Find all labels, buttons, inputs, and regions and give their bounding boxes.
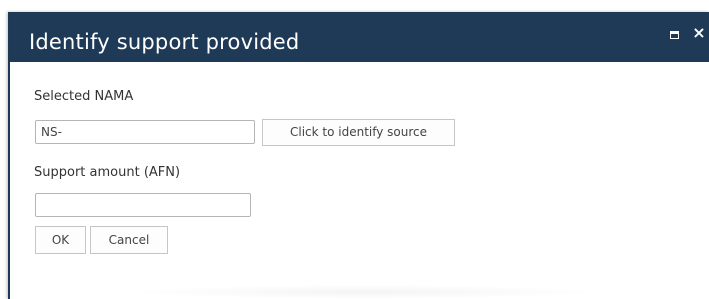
background-shadow xyxy=(130,285,600,299)
selected-nama-field[interactable]: NS- xyxy=(35,120,255,144)
ok-button[interactable]: OK xyxy=(35,226,86,254)
dialog: Identify support provided × Selected NAM… xyxy=(8,12,709,299)
support-amount-label: Support amount (AFN) xyxy=(34,165,181,180)
identify-source-button[interactable]: Click to identify source xyxy=(262,119,455,146)
support-amount-field[interactable] xyxy=(35,193,251,217)
maximize-icon[interactable] xyxy=(668,28,682,42)
selected-nama-label: Selected NAMA xyxy=(34,89,134,104)
close-icon[interactable]: × xyxy=(691,23,707,43)
dialog-title: Identify support provided xyxy=(29,30,300,54)
dialog-left-border xyxy=(8,12,10,299)
dialog-titlebar: Identify support provided × xyxy=(8,12,709,62)
cancel-button[interactable]: Cancel xyxy=(90,226,168,254)
